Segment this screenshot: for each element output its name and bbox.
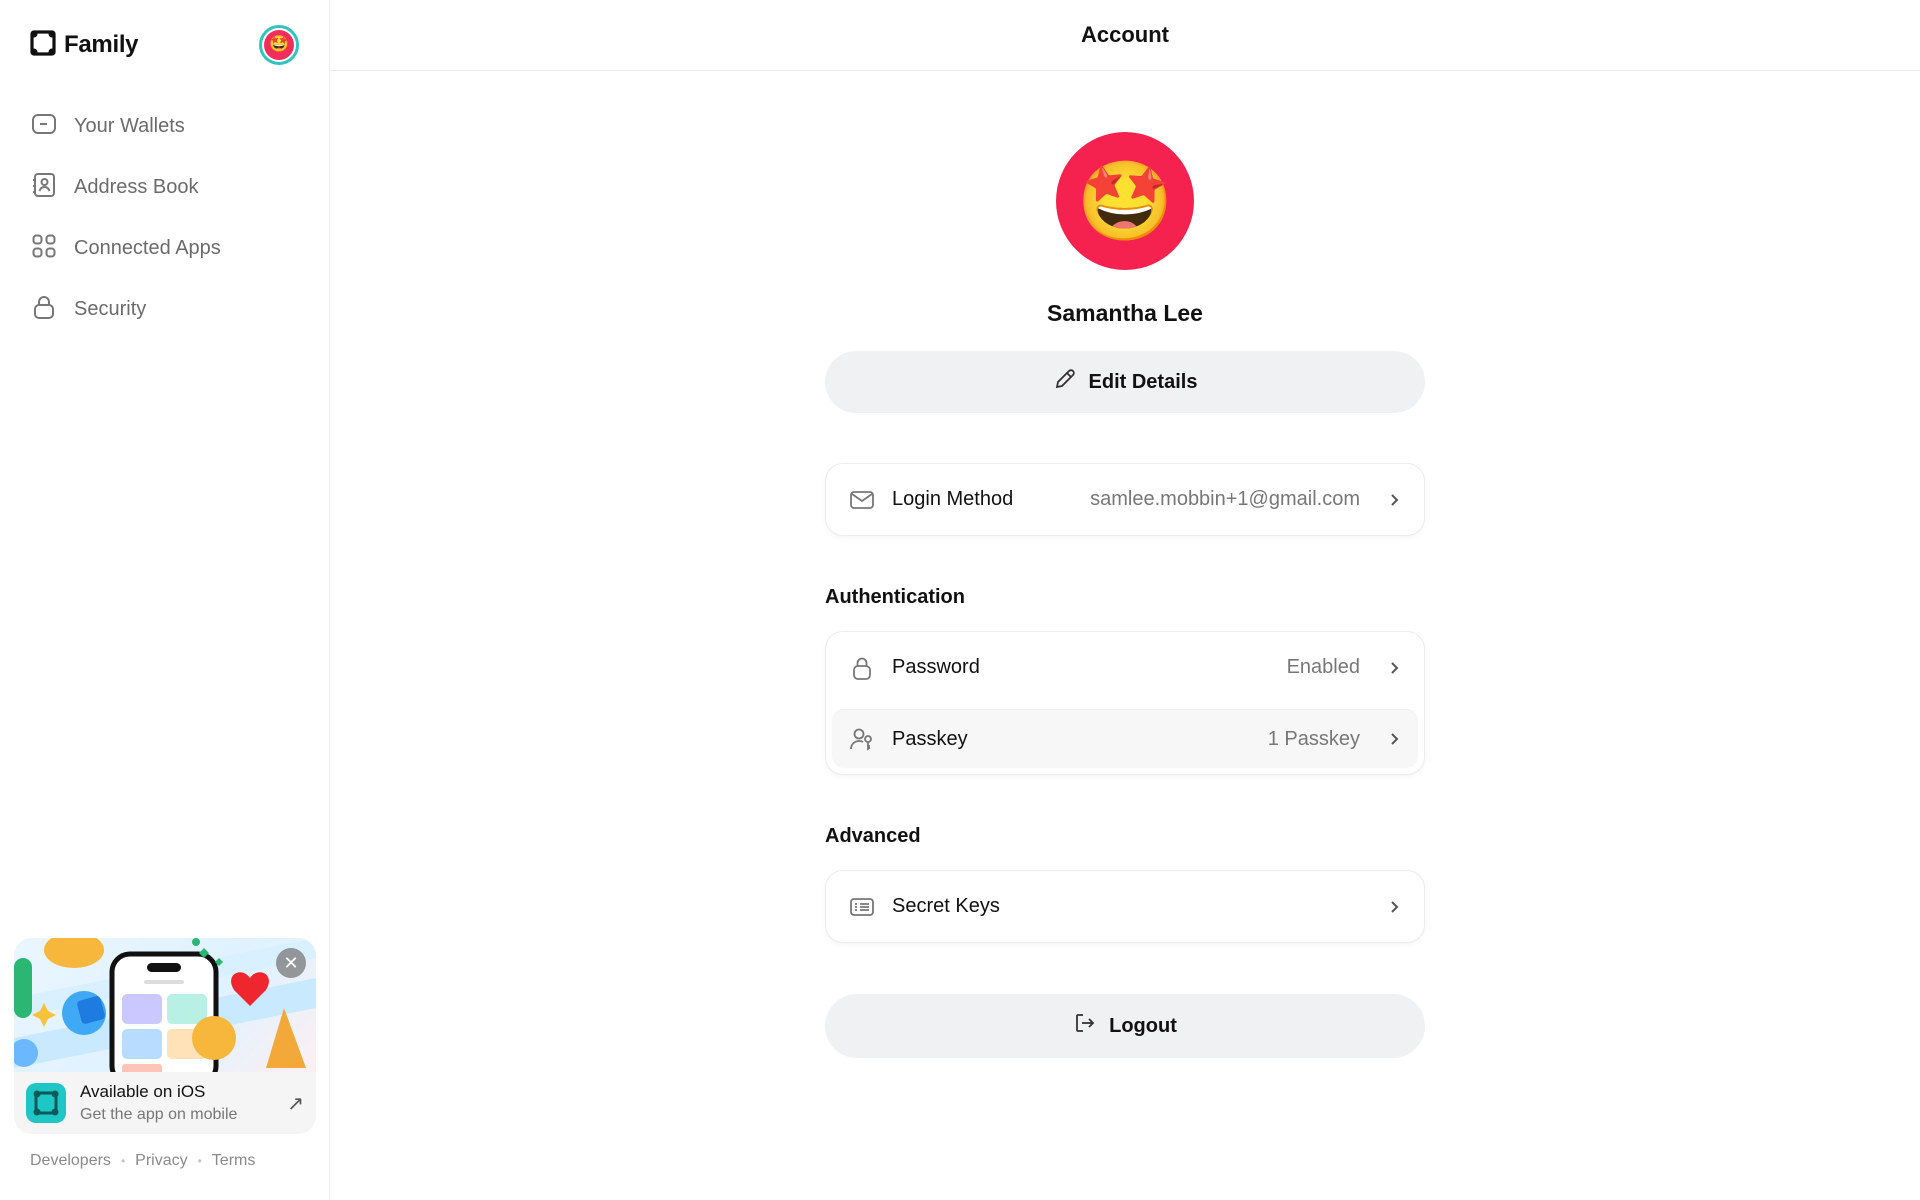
page-title: Account <box>1081 22 1169 47</box>
login-method-value: samlee.mobbin+1@gmail.com <box>1090 488 1360 510</box>
advanced-heading: Advanced <box>825 825 921 847</box>
sidebar-nav: Your Wallets Address Book Connected Apps… <box>0 90 329 346</box>
password-value: Enabled <box>1286 656 1360 678</box>
sidebar: Family 🤩 Your Wallets Address Book Conne… <box>0 0 330 1200</box>
sidebar-avatar[interactable]: 🤩 <box>259 25 299 65</box>
profile-avatar: 🤩 <box>1056 132 1194 270</box>
external-arrow-icon[interactable]: ↗ <box>287 1091 304 1116</box>
apps-grid-icon <box>30 232 58 265</box>
promo-subtitle: Get the app on mobile <box>80 1106 238 1123</box>
avatar-emoji-icon: 🤩 <box>264 30 294 60</box>
keys-list-icon <box>848 893 876 921</box>
sidebar-item-label: Connected Apps <box>74 237 221 259</box>
edit-details-label: Edit Details <box>1088 370 1198 393</box>
contact-book-icon <box>30 171 58 204</box>
family-logo-icon <box>30 29 56 61</box>
promo-close-button[interactable]: ✕ <box>276 948 306 978</box>
sidebar-item-your-wallets[interactable]: Your Wallets <box>14 96 315 157</box>
brand-name: Family <box>64 31 139 58</box>
passkey-icon <box>848 725 876 753</box>
brand-logo[interactable]: Family <box>30 29 139 61</box>
advanced-card: Secret Keys <box>825 870 1425 943</box>
logout-icon <box>1073 1011 1097 1041</box>
ios-promo-card[interactable]: ✕ Available on iOS Get the app on mobile… <box>14 938 316 1134</box>
mail-icon <box>848 486 876 514</box>
promo-title: Available on iOS <box>80 1082 206 1101</box>
separator-dot: • <box>120 1154 126 1168</box>
sidebar-item-label: Address Book <box>74 176 199 198</box>
authentication-heading: Authentication <box>825 586 965 608</box>
sidebar-item-label: Your Wallets <box>74 115 185 137</box>
login-method-row[interactable]: Login Method samlee.mobbin+1@gmail.com <box>826 464 1424 535</box>
footer-links: Developers • Privacy • Terms <box>30 1152 255 1170</box>
secret-keys-row[interactable]: Secret Keys <box>826 871 1424 942</box>
password-row[interactable]: Password Enabled <box>826 632 1424 703</box>
sidebar-item-connected-apps[interactable]: Connected Apps <box>14 218 315 279</box>
account-panel: 🤩 Samantha Lee Edit Details Login Method… <box>825 71 1425 1058</box>
edit-details-button[interactable]: Edit Details <box>825 351 1425 413</box>
chevron-right-icon <box>1386 492 1402 508</box>
sidebar-item-address-book[interactable]: Address Book <box>14 157 315 218</box>
pencil-icon <box>1053 367 1077 397</box>
separator-dot: • <box>197 1154 202 1168</box>
star-struck-emoji-icon: 🤩 <box>1076 157 1174 245</box>
passkey-value: 1 Passkey <box>1267 727 1360 750</box>
chevron-right-icon <box>1386 899 1402 915</box>
brand-row: Family 🤩 <box>0 0 329 90</box>
logout-label: Logout <box>1109 1014 1177 1037</box>
main-content: Account 🤩 Samantha Lee Edit Details Logi… <box>330 0 1920 1200</box>
secret-keys-label: Secret Keys <box>892 895 1000 917</box>
top-bar: Account <box>330 0 1920 71</box>
login-method-label: Login Method <box>892 488 1014 510</box>
lock-icon <box>848 654 876 682</box>
wallet-icon <box>30 110 58 143</box>
lock-icon <box>30 293 58 326</box>
authentication-card: Password Enabled Passkey 1 Passkey <box>825 631 1425 775</box>
user-name: Samantha Lee <box>1047 300 1203 326</box>
chevron-right-icon <box>1386 731 1402 747</box>
terms-link[interactable]: Terms <box>212 1152 256 1170</box>
promo-illustration: ✕ <box>14 938 316 1072</box>
chevron-right-icon <box>1386 660 1402 676</box>
sidebar-item-security[interactable]: Security <box>14 279 315 340</box>
passkey-row[interactable]: Passkey 1 Passkey <box>832 709 1418 768</box>
close-icon: ✕ <box>283 952 299 973</box>
logout-button[interactable]: Logout <box>825 994 1425 1058</box>
family-app-icon <box>26 1083 66 1123</box>
promo-info: Available on iOS Get the app on mobile ↗ <box>14 1072 316 1134</box>
privacy-link[interactable]: Privacy <box>135 1152 187 1170</box>
sidebar-item-label: Security <box>74 298 147 320</box>
login-method-card: Login Method samlee.mobbin+1@gmail.com <box>825 463 1425 536</box>
developers-link[interactable]: Developers <box>30 1152 111 1170</box>
passkey-label: Passkey <box>892 727 968 750</box>
password-label: Password <box>892 656 980 678</box>
